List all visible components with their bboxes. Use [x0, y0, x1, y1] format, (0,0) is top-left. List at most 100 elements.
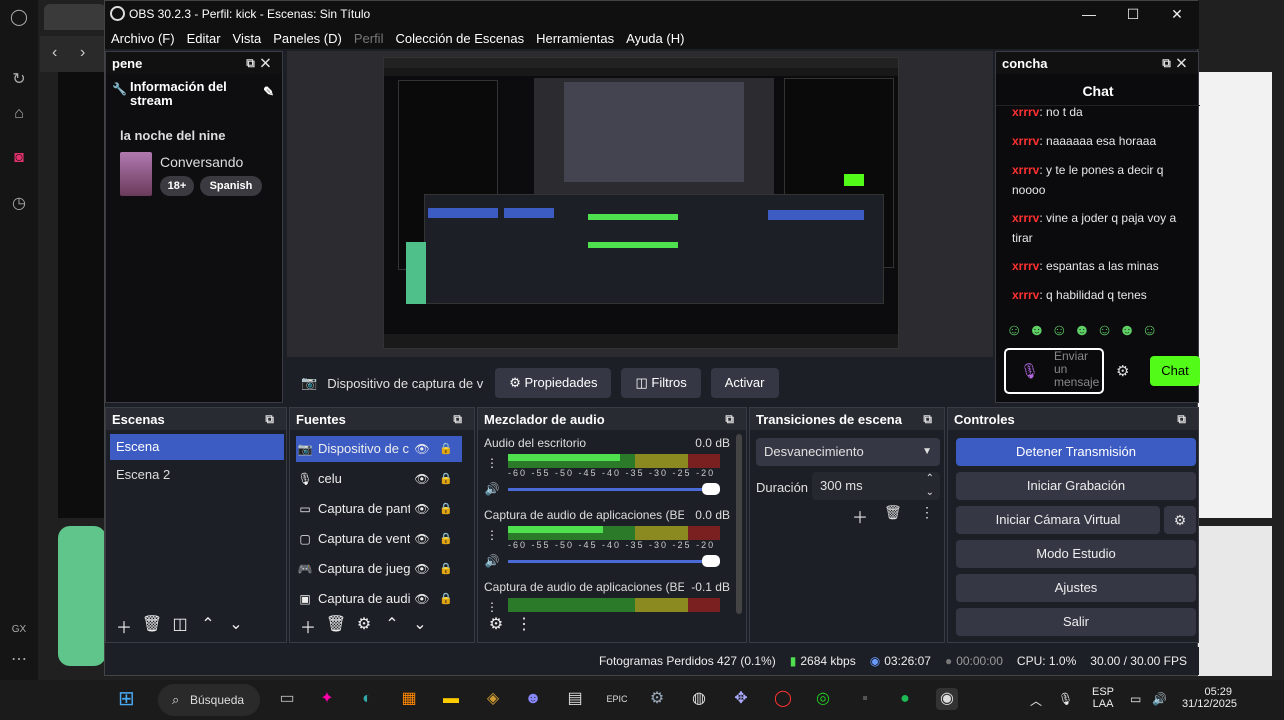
down-icon[interactable]: ⌄	[406, 614, 434, 638]
copilot-icon[interactable]: ✦	[316, 688, 338, 710]
forward-icon[interactable]: ›	[80, 44, 85, 62]
more-icon[interactable]: ⋯	[9, 650, 29, 670]
lock-icon[interactable]: 🔒	[434, 466, 458, 492]
slider-handle[interactable]	[702, 555, 720, 567]
up-icon[interactable]: ⌃	[378, 614, 406, 638]
up-icon[interactable]: ⌃	[194, 614, 222, 638]
shopping-icon[interactable]: ⌂	[9, 104, 29, 124]
stop-streaming-button[interactable]: Detener Transmisión	[956, 438, 1196, 466]
chat-username[interactable]: xrrrv	[1012, 163, 1039, 177]
volume-slider[interactable]	[508, 555, 720, 567]
file-explorer-icon[interactable]: ▬	[440, 688, 462, 710]
exit-button[interactable]: Salir	[956, 608, 1196, 636]
chat-input[interactable]: 🎙 Enviar un mensaje	[1004, 348, 1104, 394]
filter-icon[interactable]: ◫	[166, 614, 194, 638]
scene-item[interactable]: Escena 2	[110, 462, 284, 488]
menu-archivo[interactable]: Archivo (F)	[111, 31, 175, 46]
dock-controls[interactable]: ⧉	[1177, 412, 1192, 427]
trash-icon[interactable]: 🗑	[884, 504, 902, 521]
eye-icon[interactable]: 👁	[410, 586, 434, 612]
eye-icon[interactable]: 👁	[410, 436, 434, 462]
kebab-icon[interactable]: ⋮	[482, 456, 502, 470]
dock-controls[interactable]: ⧉	[265, 412, 280, 427]
stepper-arrows-icon[interactable]: ⌃ ⌄	[926, 472, 934, 500]
menu-perfil[interactable]: Perfil	[354, 31, 384, 46]
lock-icon[interactable]: 🔒	[434, 586, 458, 612]
eye-icon[interactable]: 👁	[410, 556, 434, 582]
properties-button[interactable]: ⚙ Propiedades	[495, 368, 612, 398]
app-icon[interactable]: ▪	[854, 688, 876, 710]
task-view-icon[interactable]: ▭	[276, 688, 298, 710]
kebab-icon[interactable]: ⋮	[482, 528, 502, 542]
eye-icon[interactable]: 👁	[410, 466, 434, 492]
volume-icon[interactable]: 🔊	[1152, 692, 1167, 706]
edit-icon[interactable]: ✎	[263, 84, 274, 100]
speaker-icon[interactable]: 🔊	[482, 482, 502, 496]
filters-button[interactable]: ◫ Filtros	[621, 368, 701, 398]
chat-username[interactable]: xrrrv	[1012, 259, 1039, 273]
source-item[interactable]: 📷 Dispositivo de c 👁 🔒	[296, 436, 462, 462]
minimize-icon[interactable]: —	[1067, 1, 1111, 27]
search-box[interactable]: ⌕ Búsqueda	[158, 684, 260, 716]
virtual-camera-settings-icon[interactable]: ⚙	[1164, 506, 1196, 534]
chat-username[interactable]: xrrrv	[1012, 105, 1039, 119]
app-icon[interactable]: ✥	[730, 688, 752, 710]
close-icon[interactable]: ✕	[1155, 1, 1199, 27]
chat-settings-icon[interactable]: ⚙	[1116, 362, 1129, 380]
opera-logo-icon[interactable]: ◯	[9, 8, 29, 28]
maximize-icon[interactable]: ☐	[1111, 1, 1155, 27]
mixer-scrollbar[interactable]	[736, 434, 742, 614]
speaker-icon[interactable]: 🔊	[482, 554, 502, 568]
lock-icon[interactable]: 🔒	[434, 526, 458, 552]
network-icon[interactable]: ▭	[1130, 692, 1141, 706]
obs-taskbar-icon[interactable]: ◉	[936, 688, 958, 710]
eye-icon[interactable]: 👁	[410, 496, 434, 522]
gear-icon[interactable]: ⚙	[350, 614, 378, 638]
source-item[interactable]: ▢ Captura de vent 👁 🔒	[296, 526, 462, 552]
clock[interactable]: 05:29 31/12/2025	[1182, 686, 1237, 710]
back-icon[interactable]: ‹	[52, 44, 57, 62]
lock-icon[interactable]: 🔒	[434, 496, 458, 522]
opera-gx-icon[interactable]: ◯	[772, 688, 794, 710]
dock-controls[interactable]: ⧉✕	[246, 56, 276, 71]
history-icon[interactable]: ↻	[9, 70, 29, 90]
menu-coleccion[interactable]: Colección de Escenas	[395, 31, 524, 46]
clock-icon[interactable]: ◷	[9, 194, 29, 214]
mic-icon[interactable]: 🎙	[1058, 692, 1073, 706]
chat-username[interactable]: xrrrv	[1012, 288, 1039, 302]
start-virtual-camera-button[interactable]: Iniciar Cámara Virtual	[956, 506, 1160, 534]
trash-icon[interactable]: 🗑	[138, 614, 166, 638]
language-indicator[interactable]: ESP LAA	[1092, 686, 1114, 710]
menu-herramientas[interactable]: Herramientas	[536, 31, 614, 46]
volume-slider[interactable]	[508, 483, 720, 495]
slider-handle[interactable]	[702, 483, 720, 495]
whatsapp-icon[interactable]: ◎	[812, 688, 834, 710]
lock-icon[interactable]: 🔒	[434, 556, 458, 582]
add-icon[interactable]: ＋	[852, 504, 868, 528]
discord-icon[interactable]: ☻	[522, 688, 544, 710]
steam-icon[interactable]: ◍	[688, 688, 710, 710]
instagram-icon[interactable]: ◙	[9, 148, 29, 168]
chat-username[interactable]: xrrrv	[1012, 211, 1039, 225]
emote-bar[interactable]: ☺☻☺☻☺☻☺	[1006, 322, 1192, 344]
source-item[interactable]: ▭ Captura de pant 👁 🔒	[296, 496, 462, 522]
browser-tab[interactable]	[44, 4, 106, 30]
dock-controls[interactable]: ⧉	[453, 412, 468, 427]
start-recording-button[interactable]: Iniciar Grabación	[956, 472, 1196, 500]
lock-icon[interactable]: 🔒	[434, 436, 458, 462]
advanced-audio-icon[interactable]: ⚙	[482, 614, 510, 638]
gx-icon[interactable]: GX	[9, 620, 29, 640]
chevron-up-icon[interactable]: ︿	[1030, 692, 1042, 709]
chat-send-button[interactable]: Chat	[1150, 356, 1200, 386]
source-item[interactable]: ▣ Captura de audi 👁 🔒	[296, 586, 462, 612]
menu-ayuda[interactable]: Ayuda (H)	[626, 31, 684, 46]
down-icon[interactable]: ⌄	[222, 614, 250, 638]
kebab-icon[interactable]: ⋮	[482, 600, 502, 614]
studio-mode-button[interactable]: Modo Estudio	[956, 540, 1196, 568]
add-icon[interactable]: ＋	[110, 614, 138, 638]
epic-games-icon[interactable]: EPIC	[606, 688, 628, 710]
source-item[interactable]: 🎮 Captura de jueg 👁 🔒	[296, 556, 462, 582]
settings-icon[interactable]: ⚙	[646, 688, 668, 710]
eye-icon[interactable]: 👁	[410, 526, 434, 552]
dock-controls[interactable]: ⧉✕	[1162, 56, 1192, 71]
